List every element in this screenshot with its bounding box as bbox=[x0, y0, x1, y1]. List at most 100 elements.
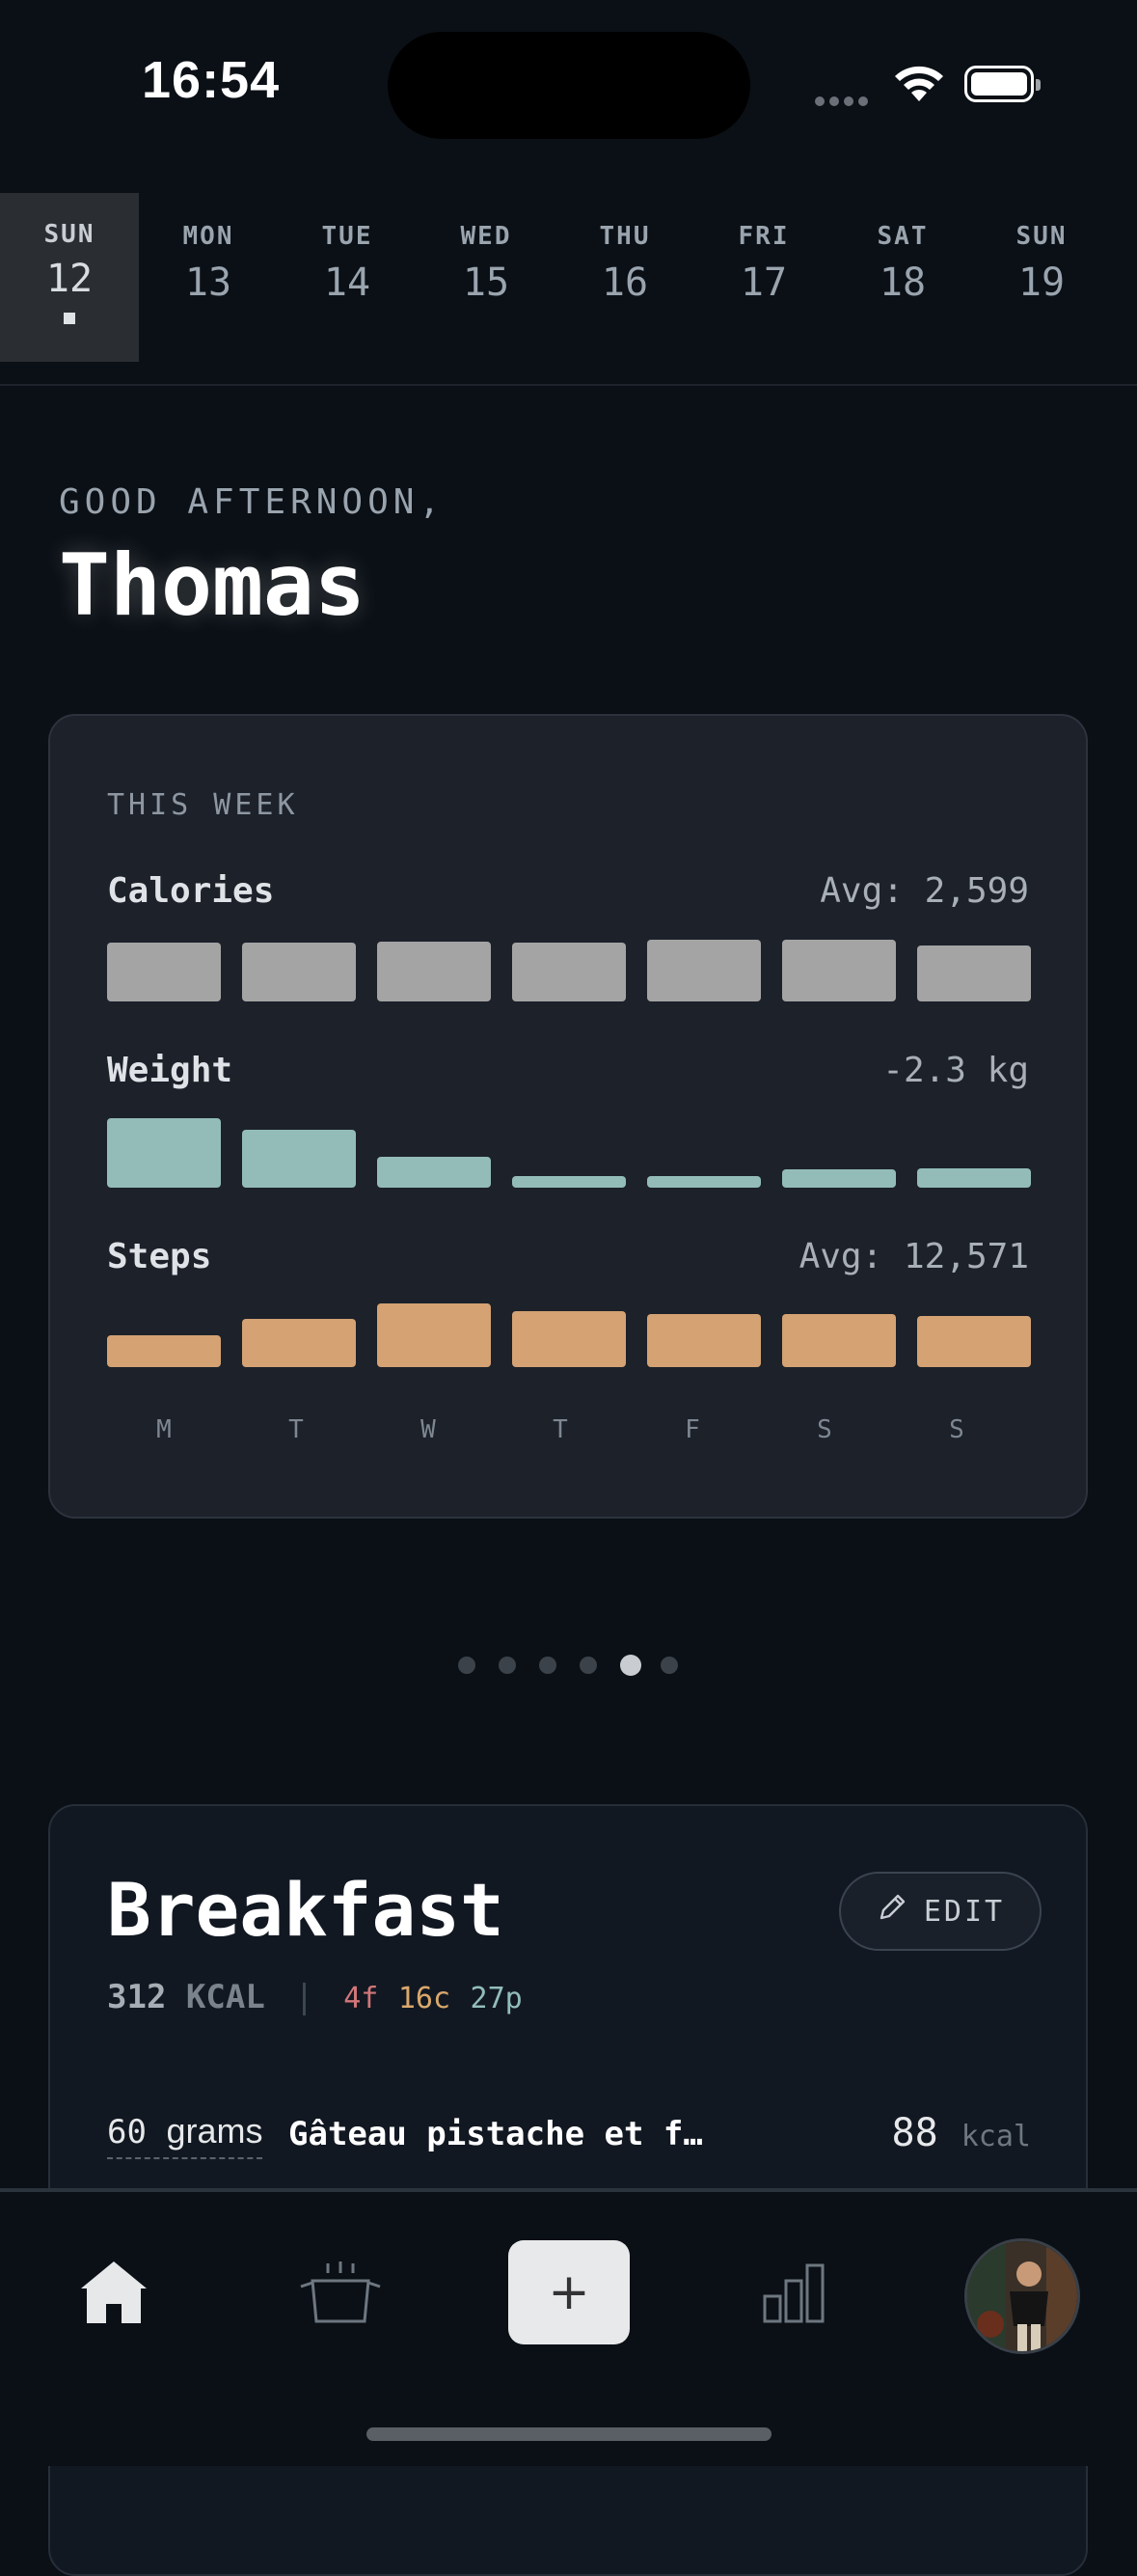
page-dot[interactable] bbox=[539, 1657, 556, 1674]
wifi-icon bbox=[892, 63, 946, 109]
weight-label: Weight bbox=[107, 1051, 233, 1090]
calories-bar bbox=[782, 940, 896, 1001]
add-button[interactable]: + bbox=[508, 2240, 630, 2344]
steps-bar bbox=[782, 1314, 896, 1367]
steps-bar bbox=[377, 1303, 491, 1367]
day-sun-12[interactable]: SUN 12 bbox=[0, 193, 139, 362]
user-name: Thomas bbox=[59, 535, 365, 635]
day-thu-16[interactable]: THU 16 bbox=[555, 193, 694, 362]
meal-nutrition-summary: 312 KCAL | 4f 16c 27p bbox=[107, 1978, 523, 2016]
weekday-letter: T bbox=[553, 1415, 568, 1444]
day-wed-15[interactable]: WED 15 bbox=[417, 193, 555, 362]
day-number: 13 bbox=[184, 260, 232, 305]
day-number: 15 bbox=[462, 260, 510, 305]
day-name: THU bbox=[599, 222, 651, 251]
day-sun-19[interactable]: SUN 19 bbox=[972, 193, 1111, 362]
greeting-salutation: GOOD AFTERNOON, bbox=[59, 482, 446, 522]
meal-kcal-unit: KCAL bbox=[185, 1978, 265, 2016]
stats-icon[interactable] bbox=[762, 2261, 826, 2327]
weight-bar bbox=[782, 1169, 896, 1188]
page-dot[interactable] bbox=[580, 1657, 597, 1674]
dynamic-island bbox=[388, 32, 750, 139]
calories-bar bbox=[242, 943, 356, 1001]
weight-bar bbox=[377, 1157, 491, 1188]
steps-label: Steps bbox=[107, 1237, 212, 1276]
page-dot[interactable] bbox=[661, 1657, 678, 1674]
day-mon-13[interactable]: MON 13 bbox=[139, 193, 278, 362]
food-kcal-value: 88 bbox=[891, 2111, 938, 2155]
page-dot[interactable] bbox=[458, 1657, 475, 1674]
day-number: 19 bbox=[1017, 260, 1066, 305]
steps-bar bbox=[917, 1316, 1031, 1367]
edit-meal-button[interactable]: EDIT bbox=[839, 1872, 1042, 1951]
day-name: SUN bbox=[43, 220, 95, 249]
weekday-letter: M bbox=[156, 1415, 172, 1444]
day-name: TUE bbox=[321, 222, 373, 251]
weekday-letter: F bbox=[685, 1415, 700, 1444]
food-item-row[interactable]: 60 grams Gâteau pistache et fruits rouge… bbox=[107, 2111, 1031, 2169]
page-dot[interactable] bbox=[499, 1657, 516, 1674]
day-number: 16 bbox=[601, 260, 649, 305]
day-name: SUN bbox=[1015, 222, 1068, 251]
home-indicator bbox=[366, 2427, 772, 2441]
pot-icon[interactable] bbox=[299, 2258, 382, 2329]
weight-bar bbox=[512, 1176, 626, 1188]
steps-bar bbox=[512, 1311, 626, 1367]
day-sat-18[interactable]: SAT 18 bbox=[833, 193, 972, 362]
calories-average: Avg: 2,599 bbox=[820, 871, 1029, 911]
weekday-letter: T bbox=[288, 1415, 304, 1444]
steps-bar bbox=[242, 1319, 356, 1367]
day-name: MON bbox=[182, 222, 234, 251]
food-kcal-unit: kcal bbox=[961, 2120, 1031, 2153]
food-quantity-unit: grams bbox=[166, 2111, 263, 2151]
weekday-letter: S bbox=[817, 1415, 832, 1444]
calories-bar bbox=[917, 945, 1031, 1001]
separator: | bbox=[294, 1978, 314, 2016]
steps-bar bbox=[107, 1335, 221, 1367]
meal-kcal-value: 312 bbox=[107, 1978, 167, 2016]
status-time: 16:54 bbox=[142, 51, 281, 109]
weekday-letter: S bbox=[949, 1415, 964, 1444]
calories-label: Calories bbox=[107, 871, 275, 911]
cellular-signal-icon bbox=[815, 92, 873, 106]
day-number: 17 bbox=[740, 260, 788, 305]
steps-bar bbox=[647, 1314, 761, 1367]
home-icon[interactable] bbox=[79, 2258, 149, 2329]
weight-change: -2.3 kg bbox=[882, 1051, 1029, 1090]
weekly-summary-card[interactable] bbox=[48, 714, 1088, 1519]
weight-bar bbox=[917, 1168, 1031, 1188]
food-name: Gâteau pistache et fruits rouges bbox=[288, 2115, 713, 2153]
calories-bar bbox=[512, 943, 626, 1001]
day-name: SAT bbox=[877, 222, 929, 251]
card-label: THIS WEEK bbox=[107, 788, 299, 822]
food-quantity[interactable]: 60 grams bbox=[107, 2111, 263, 2159]
pencil-icon bbox=[876, 1891, 908, 1932]
day-fri-17[interactable]: FRI 17 bbox=[694, 193, 833, 362]
weight-bar bbox=[647, 1176, 761, 1188]
day-number: 12 bbox=[45, 257, 94, 301]
steps-average: Avg: 12,571 bbox=[799, 1237, 1029, 1276]
day-number: 14 bbox=[323, 260, 371, 305]
meal-title: Breakfast bbox=[107, 1867, 504, 1953]
battery-icon bbox=[964, 66, 1041, 102]
calories-bar bbox=[377, 942, 491, 1001]
calories-bar bbox=[647, 940, 761, 1001]
divider bbox=[0, 384, 1137, 386]
edit-label: EDIT bbox=[923, 1894, 1006, 1929]
day-tue-14[interactable]: TUE 14 bbox=[278, 193, 417, 362]
weekday-letter: W bbox=[420, 1415, 436, 1444]
profile-avatar[interactable] bbox=[964, 2238, 1080, 2354]
weight-bar bbox=[107, 1118, 221, 1188]
selected-day-marker bbox=[64, 313, 75, 324]
calories-bar bbox=[107, 943, 221, 1001]
day-number: 18 bbox=[879, 260, 927, 305]
meal-carbs: 16c bbox=[397, 1982, 451, 2015]
food-quantity-value: 60 bbox=[107, 2113, 147, 2151]
meal-protein: 27p bbox=[470, 1982, 523, 2015]
food-kcal: 88 kcal bbox=[891, 2111, 1031, 2155]
weight-bar bbox=[242, 1130, 356, 1188]
meal-fat: 4f bbox=[343, 1982, 379, 2015]
day-name: WED bbox=[460, 222, 512, 251]
page-dot[interactable] bbox=[620, 1655, 641, 1676]
day-name: FRI bbox=[738, 222, 790, 251]
